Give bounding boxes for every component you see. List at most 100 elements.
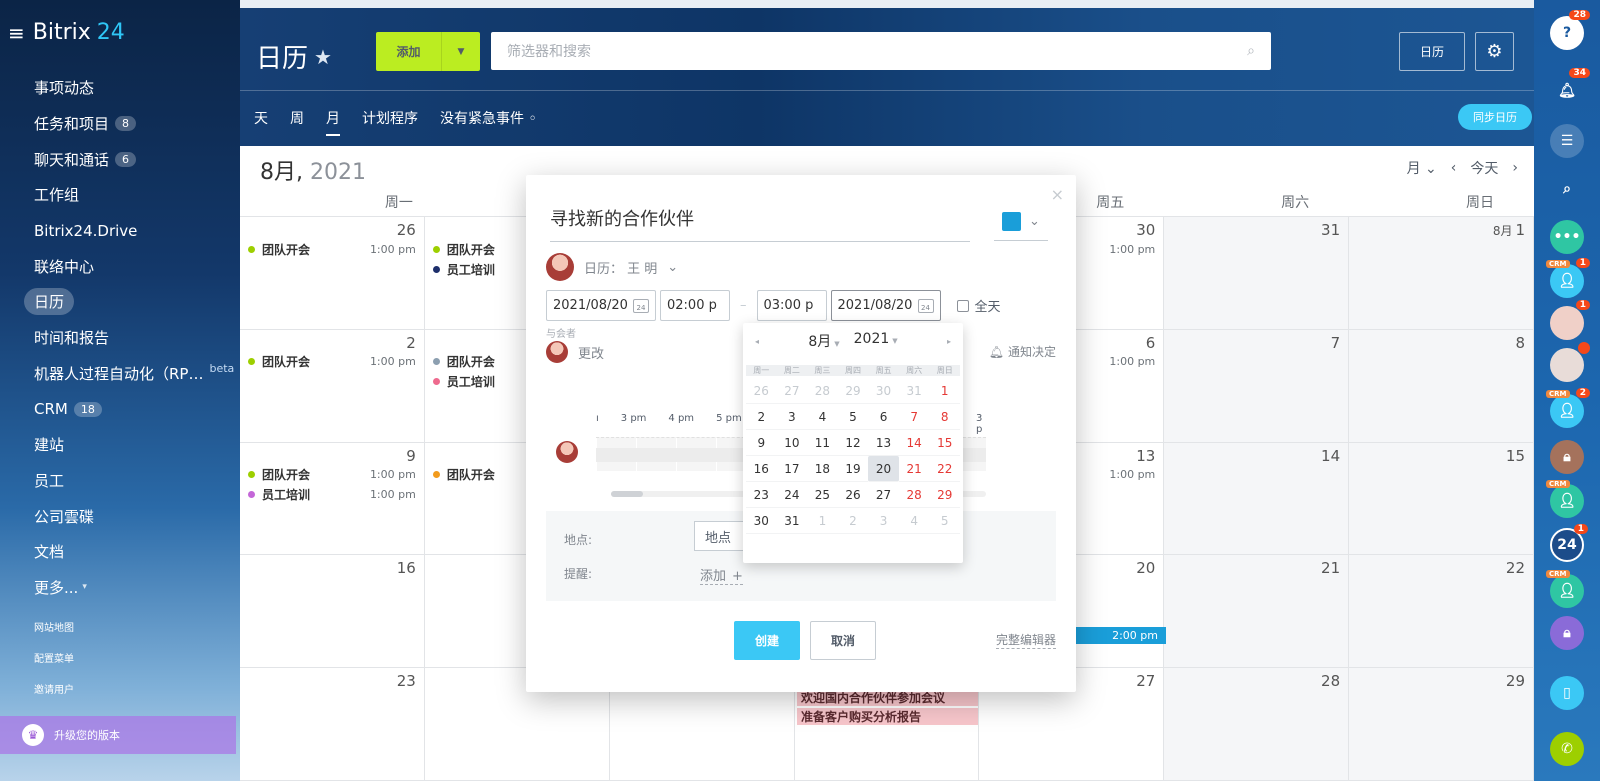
avatar[interactable] xyxy=(1550,342,1590,382)
attendees-row[interactable]: 更改 xyxy=(546,341,604,363)
sidebar-item[interactable]: 机器人过程自动化（RP… beta xyxy=(24,356,240,392)
tab-day[interactable]: 天 xyxy=(254,108,268,136)
calendar-day-cell[interactable]: 15 xyxy=(1349,442,1534,556)
calendar-event[interactable]: 团队开会 1:00 pm xyxy=(248,465,416,485)
sidebar-item[interactable]: 工作组 xyxy=(24,177,240,213)
next-arrow-icon[interactable]: › xyxy=(1512,160,1518,176)
tab-scheduler[interactable]: 计划程序 xyxy=(362,108,418,136)
prev-month-icon[interactable]: ◂ xyxy=(755,337,759,346)
sync-calendar-button[interactable]: 同步日历 xyxy=(1458,104,1532,130)
calendar-day-cell[interactable]: 22 xyxy=(1349,555,1534,669)
date-picker-day[interactable]: 11 xyxy=(807,430,838,456)
date-picker-day[interactable]: 25 xyxy=(807,482,838,508)
date-picker-day[interactable]: 14 xyxy=(898,430,930,456)
date-picker-day[interactable]: 30 xyxy=(868,378,899,404)
date-picker-day[interactable]: 28 xyxy=(807,378,838,404)
settings-gear-icon[interactable]: ⚙ xyxy=(1475,32,1514,71)
date-picker-day[interactable]: 2 xyxy=(837,508,869,534)
date-picker-day[interactable]: 8 xyxy=(929,404,960,430)
checkbox[interactable] xyxy=(956,299,969,312)
full-editor-link[interactable]: 完整编辑器 xyxy=(995,631,1056,649)
start-time-field[interactable]: 02:00 p xyxy=(660,290,730,321)
date-picker-day[interactable]: 29 xyxy=(929,482,960,508)
calendar-day-cell[interactable]: 21 xyxy=(1164,555,1350,669)
crm-contact-icon[interactable]: CRM 👤︎ xyxy=(1546,570,1584,608)
event-bar[interactable]: 准备客户购买分析报告 xyxy=(797,708,978,725)
logo[interactable]: ≡ Bitrix 24 xyxy=(8,20,125,45)
event-title-input[interactable]: 寻找新的合作伙伴 xyxy=(550,205,970,242)
cancel-button[interactable]: 取消 xyxy=(810,621,876,660)
end-time-field[interactable]: 03:00 p xyxy=(756,290,827,321)
date-picker-day[interactable]: 23 xyxy=(746,482,777,508)
mobile-app-icon[interactable]: ▯ xyxy=(1550,676,1584,710)
sidebar-item[interactable]: CRM 18 xyxy=(24,391,240,427)
chevron-down-icon[interactable]: ▼ xyxy=(442,32,480,71)
date-picker-day[interactable]: 5 xyxy=(837,404,869,430)
change-attendees-link[interactable]: 更改 xyxy=(578,343,604,362)
crm-contact-icon[interactable]: CRM 👤︎ 1 xyxy=(1546,258,1590,298)
date-picker-day[interactable]: 5 xyxy=(929,508,960,534)
year-select[interactable]: 2021 ▼ xyxy=(854,331,898,351)
sidebar-item[interactable]: 公司雲碟 xyxy=(24,498,240,534)
search-icon[interactable]: ⌕ xyxy=(1247,43,1255,59)
sidebar-item[interactable]: 更多... ▾ xyxy=(24,570,240,606)
sidebar-item[interactable]: 时间和报告 xyxy=(24,320,240,356)
calendar-day-cell[interactable]: 9 团队开会 1:00 pm 员工培训 1:00 pm xyxy=(240,442,425,556)
date-picker-day[interactable]: 1 xyxy=(929,378,960,404)
date-picker-day[interactable]: 26 xyxy=(746,378,777,404)
calendar-event[interactable]: 团队开会 1:00 pm xyxy=(248,239,416,259)
search-input[interactable]: 筛选器和搜索 ⌕ xyxy=(491,32,1271,70)
date-picker-day[interactable]: 2 xyxy=(746,404,777,430)
calendar-day-cell[interactable]: 14 xyxy=(1164,442,1350,556)
today-button[interactable]: 今天 xyxy=(1470,158,1498,178)
view-select[interactable]: 月 ⌄ xyxy=(1407,158,1437,178)
scroll-thumb[interactable] xyxy=(611,491,643,497)
date-picker-day[interactable]: 27 xyxy=(868,482,899,508)
month-select[interactable]: 8月 ▼ xyxy=(808,331,839,351)
date-picker-day[interactable]: 12 xyxy=(837,430,869,456)
prev-arrow-icon[interactable]: ‹ xyxy=(1451,160,1457,176)
help-icon[interactable]: ? 28 xyxy=(1550,10,1590,50)
calendar-owner[interactable]: 日历： 王 明 ⌄ xyxy=(546,253,678,281)
date-picker-day[interactable]: 30 xyxy=(746,508,777,534)
end-date-field[interactable]: 2021/08/20 24 xyxy=(830,290,941,321)
calendar-button[interactable]: 日历 xyxy=(1399,32,1465,71)
calendar-day-cell[interactable]: 7 xyxy=(1164,329,1350,443)
calendar-day-cell[interactable]: 23 xyxy=(240,668,425,781)
calendar-day-cell[interactable]: 8月 1 xyxy=(1349,217,1534,330)
tab-week[interactable]: 周 xyxy=(290,108,304,136)
date-picker-day[interactable]: 20 xyxy=(868,456,899,482)
sidebar-item[interactable]: Bitrix24.Drive xyxy=(24,213,240,249)
lock-icon[interactable]: 🔒︎ xyxy=(1550,616,1584,650)
date-picker-day[interactable]: 6 xyxy=(868,404,899,430)
calendar-event[interactable]: 团队开会 1:00 pm xyxy=(248,352,416,372)
next-month-icon[interactable]: ▸ xyxy=(947,337,951,346)
sidebar-item[interactable]: 员工 xyxy=(24,463,240,499)
urgent-events-filter[interactable]: 没有紧急事件 ◦ xyxy=(440,108,537,136)
add-button-label[interactable]: 添加 xyxy=(376,32,442,71)
calendar-day-cell[interactable]: 2 团队开会 1:00 pm xyxy=(240,329,425,443)
date-picker-day[interactable]: 15 xyxy=(929,430,960,456)
calendar-day-cell[interactable]: 26 团队开会 1:00 pm xyxy=(240,217,425,330)
date-picker-day[interactable]: 4 xyxy=(898,508,930,534)
menu-icon[interactable]: ≡ xyxy=(8,23,25,43)
sidebar-item[interactable]: 任务和项目 8 xyxy=(24,106,240,142)
config-menu-link[interactable]: 配置菜单 xyxy=(34,650,234,665)
add-reminder-link[interactable]: 添加 + xyxy=(700,565,743,585)
bitrix24-icon[interactable]: 24 1 xyxy=(1550,524,1588,562)
crm-contact-icon[interactable]: CRM 👤︎ xyxy=(1546,480,1584,518)
calendar-day-cell[interactable]: 8 xyxy=(1349,329,1534,443)
event-bar[interactable]: 2:00 pm xyxy=(1076,627,1166,644)
date-picker-day[interactable]: 22 xyxy=(929,456,960,482)
date-picker-day[interactable]: 24 xyxy=(776,482,808,508)
close-icon[interactable]: × xyxy=(1051,185,1064,204)
color-picker[interactable]: ⌄ xyxy=(994,203,1048,241)
date-picker-day[interactable]: 31 xyxy=(776,508,808,534)
date-picker-day[interactable]: 29 xyxy=(837,378,869,404)
tab-month[interactable]: 月 xyxy=(326,108,340,136)
phone-icon[interactable]: ✆ xyxy=(1550,732,1584,766)
date-picker-day[interactable]: 31 xyxy=(898,378,930,404)
sidebar-item[interactable]: 联络中心 xyxy=(24,248,240,284)
star-icon[interactable]: ★ xyxy=(314,45,332,69)
invite-users-link[interactable]: 邀请用户 xyxy=(34,681,234,696)
